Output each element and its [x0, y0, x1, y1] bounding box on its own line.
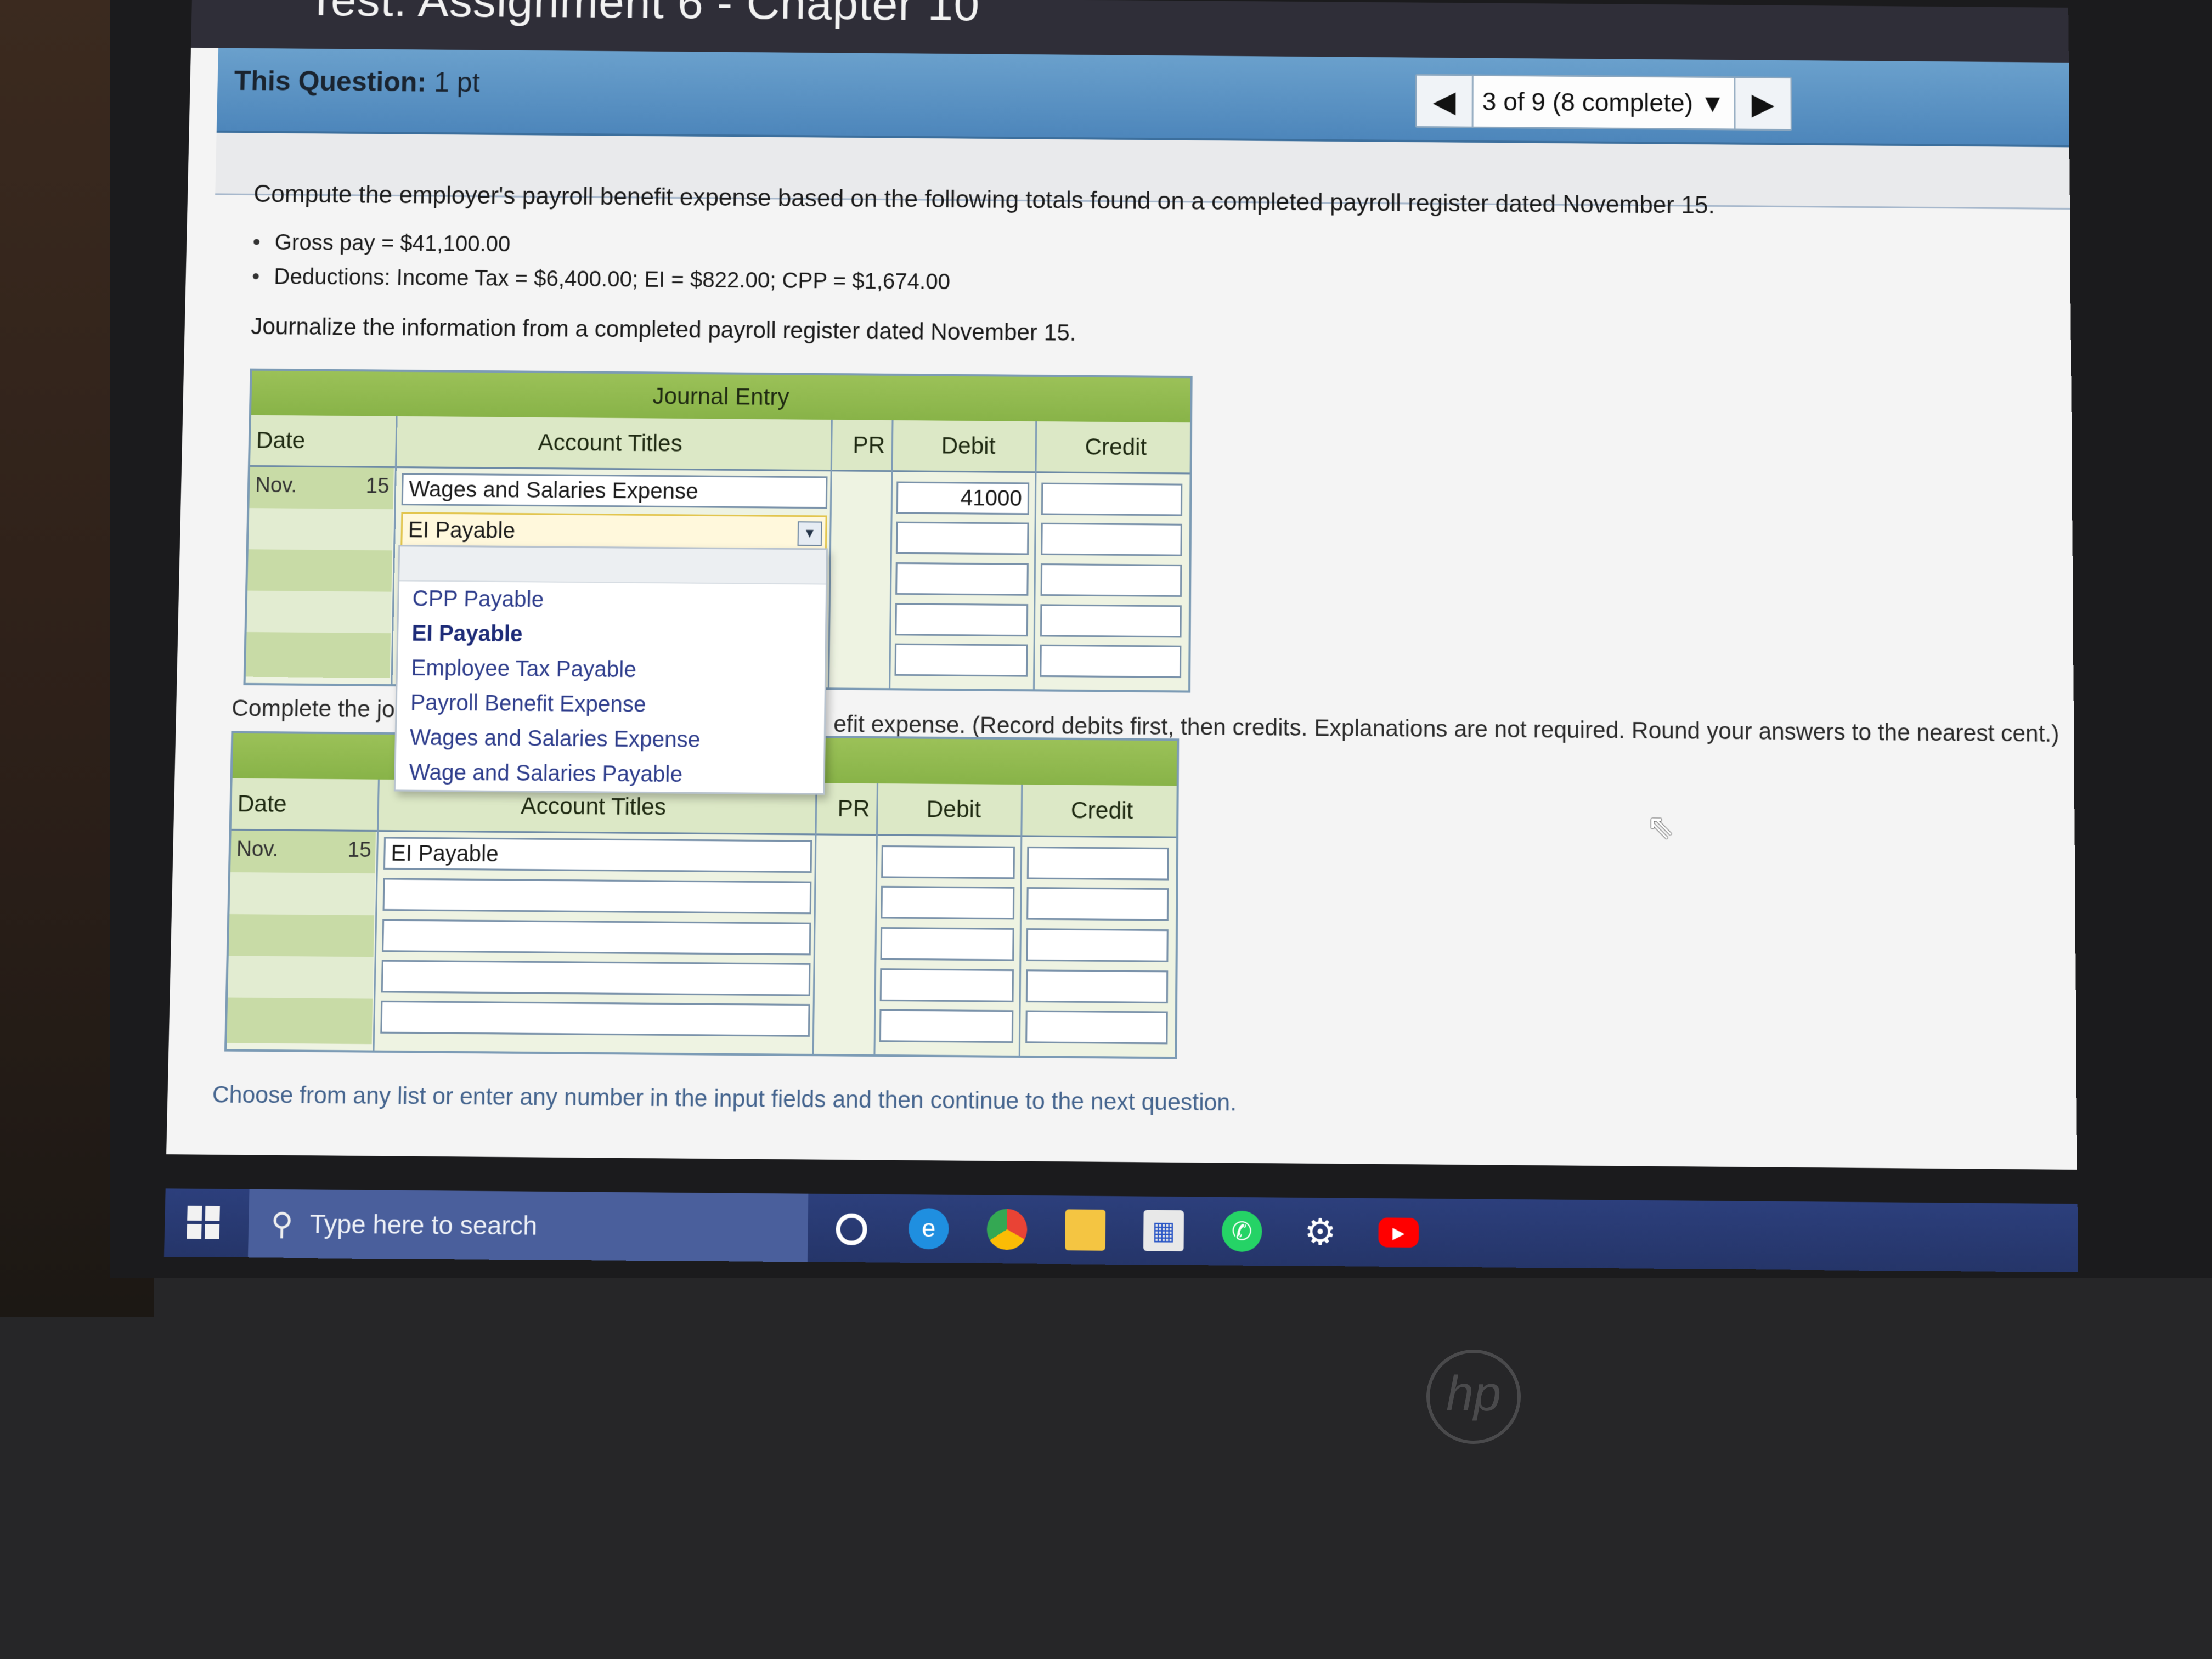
account-title-input[interactable]: Wages and Salaries Expense: [401, 473, 828, 509]
row-stripe: [228, 914, 375, 957]
dropdown-option-cpp-payable[interactable]: CPP Payable: [399, 581, 826, 619]
bullet-text: Gross pay = $41,100.00: [274, 230, 511, 257]
header-date: Date: [237, 790, 287, 817]
row-stripe: [229, 872, 375, 916]
monitor-screen: Test: Assignment 6 - Chapter 10 This Que…: [98, 0, 2078, 1272]
header-date: Date: [256, 427, 306, 454]
dropdown-option-ei-payable[interactable]: EI Payable: [398, 616, 826, 654]
account-title-input[interactable]: [380, 1000, 810, 1037]
credit-input[interactable]: [1041, 482, 1183, 516]
header-pr: PR: [853, 431, 885, 458]
debit-input[interactable]: [894, 643, 1028, 677]
credit-input[interactable]: [1040, 563, 1182, 597]
store-icon[interactable]: ▦: [1143, 1210, 1184, 1251]
debit-input[interactable]: [895, 562, 1029, 596]
row-stripe: [248, 508, 393, 551]
account-title-input[interactable]: [382, 919, 811, 956]
dropdown-option-wage-and-salaries-payable[interactable]: Wage and Salaries Payable: [396, 755, 823, 793]
debit-input[interactable]: 41000: [896, 481, 1030, 515]
hp-logo: hp: [1426, 1350, 1521, 1444]
taskbar-search-box[interactable]: ⚲ Type here to search: [247, 1189, 809, 1262]
credit-input[interactable]: [1040, 644, 1182, 678]
chrome-icon[interactable]: [986, 1209, 1028, 1250]
question-progress-dropdown[interactable]: 3 of 9 (8 complete) ▼: [1474, 87, 1734, 119]
entry-month: Nov.: [255, 473, 297, 498]
cortana-icon[interactable]: [836, 1213, 868, 1246]
credit-input[interactable]: [1040, 604, 1182, 638]
caret-down-icon: ▼: [1700, 88, 1725, 118]
header-debit: Debit: [926, 795, 981, 823]
debit-input[interactable]: [879, 1009, 1014, 1043]
debit-input[interactable]: [881, 885, 1015, 920]
journal-entry-title: Journal Entry: [251, 370, 1190, 423]
assignment-title: Test: Assignment 6 - Chapter 10: [307, 0, 980, 31]
selected-account: EI Payable: [408, 517, 516, 543]
credit-input[interactable]: [1041, 522, 1182, 556]
dropdown-option-employee-tax-payable[interactable]: Employee Tax Payable: [397, 651, 825, 689]
credit-input[interactable]: [1026, 846, 1169, 881]
progress-text: 3 of 9 (8 complete): [1482, 87, 1693, 117]
debit-input[interactable]: [881, 845, 1015, 879]
settings-icon[interactable]: ⚙: [1300, 1211, 1341, 1252]
row-stripe: [227, 997, 373, 1045]
edge-icon[interactable]: e: [908, 1208, 949, 1250]
row-stripe: [246, 590, 392, 634]
mouse-pointer-icon: ⇖: [1646, 807, 1675, 846]
account-dropdown-list: CPP Payable EI Payable Employee Tax Paya…: [393, 545, 828, 795]
complete-instruction-start: Complete the jou: [231, 695, 408, 723]
windows-start-icon[interactable]: [187, 1205, 221, 1240]
points-value: 1 pt: [433, 66, 481, 98]
photo-stage: Test: Assignment 6 - Chapter 10 This Que…: [0, 0, 2212, 1659]
debit-input[interactable]: [880, 927, 1014, 961]
bullet-gross-pay: • Gross pay = $41,100.00: [252, 230, 511, 257]
credit-input[interactable]: [1025, 1010, 1168, 1045]
dropdown-arrow-icon[interactable]: ▼: [797, 521, 822, 546]
dropdown-blank-option[interactable]: [399, 546, 826, 585]
header-credit: Credit: [1070, 797, 1133, 824]
bullet-text: Deductions: Income Tax = $6,400.00; EI =…: [273, 264, 951, 295]
previous-question-button[interactable]: ◀: [1417, 75, 1474, 127]
entry-day: 15: [365, 474, 390, 498]
whatsapp-icon[interactable]: ✆: [1221, 1210, 1262, 1252]
row-stripe: [228, 956, 374, 999]
debit-input[interactable]: [895, 521, 1029, 555]
file-explorer-icon[interactable]: [1065, 1209, 1106, 1251]
account-title-input[interactable]: EI Payable: [383, 837, 812, 873]
journal-header-row: Date Account Titles PR Debit Credit: [250, 415, 1190, 475]
question-navigator: ◀ 3 of 9 (8 complete) ▼ ▶: [1415, 74, 1792, 131]
question-points: This Question: 1 pt: [234, 65, 480, 99]
youtube-icon[interactable]: ▶: [1378, 1217, 1419, 1248]
debit-input[interactable]: [879, 968, 1014, 1002]
credit-input[interactable]: [1025, 969, 1169, 1004]
header-pr: PR: [837, 794, 870, 822]
entry-month: Nov.: [236, 837, 279, 862]
credit-input[interactable]: [1026, 887, 1169, 921]
row-stripe: [245, 632, 391, 678]
search-icon: ⚲: [270, 1206, 294, 1242]
triangle-left-icon: ◀: [1432, 84, 1456, 118]
header-debit: Debit: [941, 432, 996, 459]
question-label: This Question:: [234, 65, 427, 98]
debit-input[interactable]: [895, 603, 1029, 637]
search-placeholder: Type here to search: [309, 1209, 538, 1241]
entry-day: 15: [347, 838, 371, 862]
dropdown-option-wages-and-salaries-expense[interactable]: Wages and Salaries Expense: [396, 720, 824, 758]
dropdown-option-payroll-benefit-expense[interactable]: Payroll Benefit Expense: [397, 685, 825, 724]
credit-input[interactable]: [1026, 928, 1169, 962]
header-account-titles: Account Titles: [538, 429, 683, 456]
next-question-button[interactable]: ▶: [1734, 78, 1791, 129]
account-title-input[interactable]: [382, 878, 812, 915]
account-title-input[interactable]: [381, 960, 811, 996]
triangle-right-icon: ▶: [1751, 87, 1775, 121]
question-bar: This Question: 1 pt ◀ 3 of 9 (8 complete…: [216, 48, 2070, 148]
row-stripe: [247, 549, 392, 592]
header-credit: Credit: [1085, 433, 1147, 460]
